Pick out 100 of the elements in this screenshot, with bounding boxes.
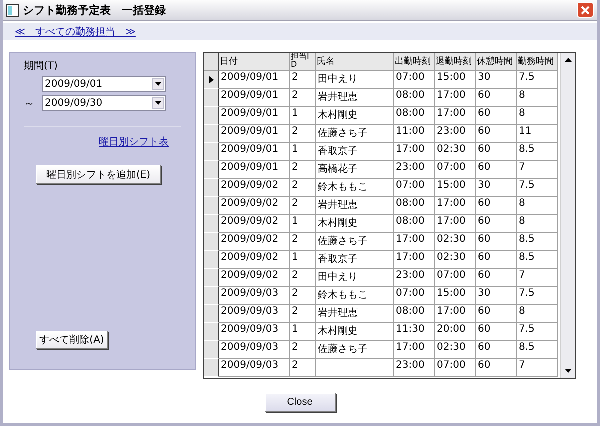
- column-header[interactable]: 日付: [219, 53, 290, 71]
- table-cell: 香取京子: [316, 251, 394, 269]
- table-cell: 2009/09/02: [219, 197, 290, 215]
- table-cell: 2: [290, 89, 316, 107]
- table-cell: 8.5: [517, 251, 558, 269]
- window-icon: [6, 4, 19, 16]
- column-header[interactable]: 退勤時刻: [435, 53, 476, 71]
- table-cell: 08:00: [394, 89, 435, 107]
- table-cell: 2009/09/01: [219, 161, 290, 179]
- table-cell: 08:00: [394, 107, 435, 125]
- end-date-field[interactable]: 2009/09/30: [42, 95, 166, 111]
- table-cell: 2: [290, 233, 316, 251]
- table-cell: 60: [476, 197, 517, 215]
- row-selector[interactable]: [204, 143, 219, 161]
- window-title: シフト勤務予定表 一括登録: [23, 2, 167, 18]
- row-selector[interactable]: [204, 287, 219, 305]
- table-cell: 07:00: [394, 71, 435, 89]
- table-cell: 08:00: [394, 215, 435, 233]
- range-separator: ～: [24, 96, 35, 110]
- table-cell: 8: [517, 197, 558, 215]
- table-cell: 60: [476, 143, 517, 161]
- table-cell: 2009/09/01: [219, 143, 290, 161]
- add-weekday-shift-button[interactable]: 曜日別シフトを追加(E): [36, 165, 161, 184]
- table-cell: 60: [476, 125, 517, 143]
- table-cell: 60: [476, 269, 517, 287]
- table-cell: 1: [290, 215, 316, 233]
- vertical-scrollbar[interactable]: [560, 53, 575, 378]
- table-cell: 60: [476, 305, 517, 323]
- table-cell: 07:00: [435, 269, 476, 287]
- row-selector[interactable]: [204, 341, 219, 359]
- row-selector[interactable]: [204, 251, 219, 269]
- table-cell: 23:00: [394, 359, 435, 377]
- table-cell: 60: [476, 89, 517, 107]
- scroll-up-icon[interactable]: [564, 58, 572, 62]
- table-cell: 07:00: [435, 359, 476, 377]
- table-cell: 2009/09/03: [219, 305, 290, 323]
- table-cell: 8: [517, 89, 558, 107]
- table-cell: 佐藤さち子: [316, 125, 394, 143]
- table-cell: 60: [476, 215, 517, 233]
- table-cell: 8: [517, 305, 558, 323]
- start-date-field[interactable]: 2009/09/01: [42, 76, 166, 92]
- table-cell: 08:00: [394, 197, 435, 215]
- table-cell: 11:30: [394, 323, 435, 341]
- table-cell: 2: [290, 125, 316, 143]
- table-cell: 岩井理恵: [316, 89, 394, 107]
- close-button[interactable]: Close: [264, 393, 336, 412]
- row-selector[interactable]: [204, 323, 219, 341]
- table-cell: 30: [476, 71, 517, 89]
- table-cell: 11:00: [394, 125, 435, 143]
- table-cell: 7: [517, 161, 558, 179]
- row-selector[interactable]: [204, 305, 219, 323]
- dropdown-icon: [152, 78, 164, 90]
- table-cell: 17:00: [435, 89, 476, 107]
- table-cell: 02:30: [435, 233, 476, 251]
- column-header[interactable]: 休憩時間: [476, 53, 517, 71]
- table-cell: 23:00: [394, 161, 435, 179]
- table-cell: 2: [290, 71, 316, 89]
- table-cell: 02:30: [435, 341, 476, 359]
- table-cell: 木村剛史: [316, 107, 394, 125]
- table-cell: 2: [290, 287, 316, 305]
- table-cell: 2009/09/02: [219, 179, 290, 197]
- table-cell: 2: [290, 359, 316, 377]
- row-selector[interactable]: [204, 89, 219, 107]
- table-cell: 佐藤さち子: [316, 341, 394, 359]
- table-cell: 1: [290, 251, 316, 269]
- table-cell: 8.5: [517, 341, 558, 359]
- row-selector[interactable]: [204, 359, 219, 377]
- row-selector[interactable]: [204, 107, 219, 125]
- delete-all-button[interactable]: すべて削除(A): [36, 331, 108, 349]
- table-cell: 60: [476, 341, 517, 359]
- table-cell: 30: [476, 179, 517, 197]
- row-selector[interactable]: [204, 179, 219, 197]
- row-selector[interactable]: [204, 197, 219, 215]
- table-cell: 02:30: [435, 251, 476, 269]
- table-cell: 60: [476, 251, 517, 269]
- column-header[interactable]: 勤務時間: [517, 53, 558, 71]
- table-cell: 木村剛史: [316, 323, 394, 341]
- table-cell: 7: [517, 269, 558, 287]
- row-selector[interactable]: [204, 71, 219, 89]
- table-cell: 田中えり: [316, 71, 394, 89]
- table-cell: 7.5: [517, 71, 558, 89]
- table-cell: 2009/09/01: [219, 125, 290, 143]
- table-cell: 2: [290, 305, 316, 323]
- close-icon[interactable]: [577, 2, 594, 18]
- column-header[interactable]: 出勤時刻: [394, 53, 435, 71]
- table-cell: 8: [517, 215, 558, 233]
- table-cell: 鈴木ももこ: [316, 179, 394, 197]
- row-selector[interactable]: [204, 269, 219, 287]
- row-selector[interactable]: [204, 233, 219, 251]
- weekday-shift-link[interactable]: 曜日別シフト表: [99, 135, 169, 149]
- table-cell: 60: [476, 161, 517, 179]
- row-selector[interactable]: [204, 215, 219, 233]
- all-staff-link[interactable]: ≪ すべての勤務担当 ≫: [15, 24, 136, 38]
- table-cell: 8: [517, 107, 558, 125]
- table-cell: 7: [517, 359, 558, 377]
- column-header[interactable]: 氏名: [316, 53, 394, 71]
- row-selector[interactable]: [204, 125, 219, 143]
- scroll-down-icon[interactable]: [564, 369, 572, 373]
- row-selector[interactable]: [204, 161, 219, 179]
- table-cell: 17:00: [394, 233, 435, 251]
